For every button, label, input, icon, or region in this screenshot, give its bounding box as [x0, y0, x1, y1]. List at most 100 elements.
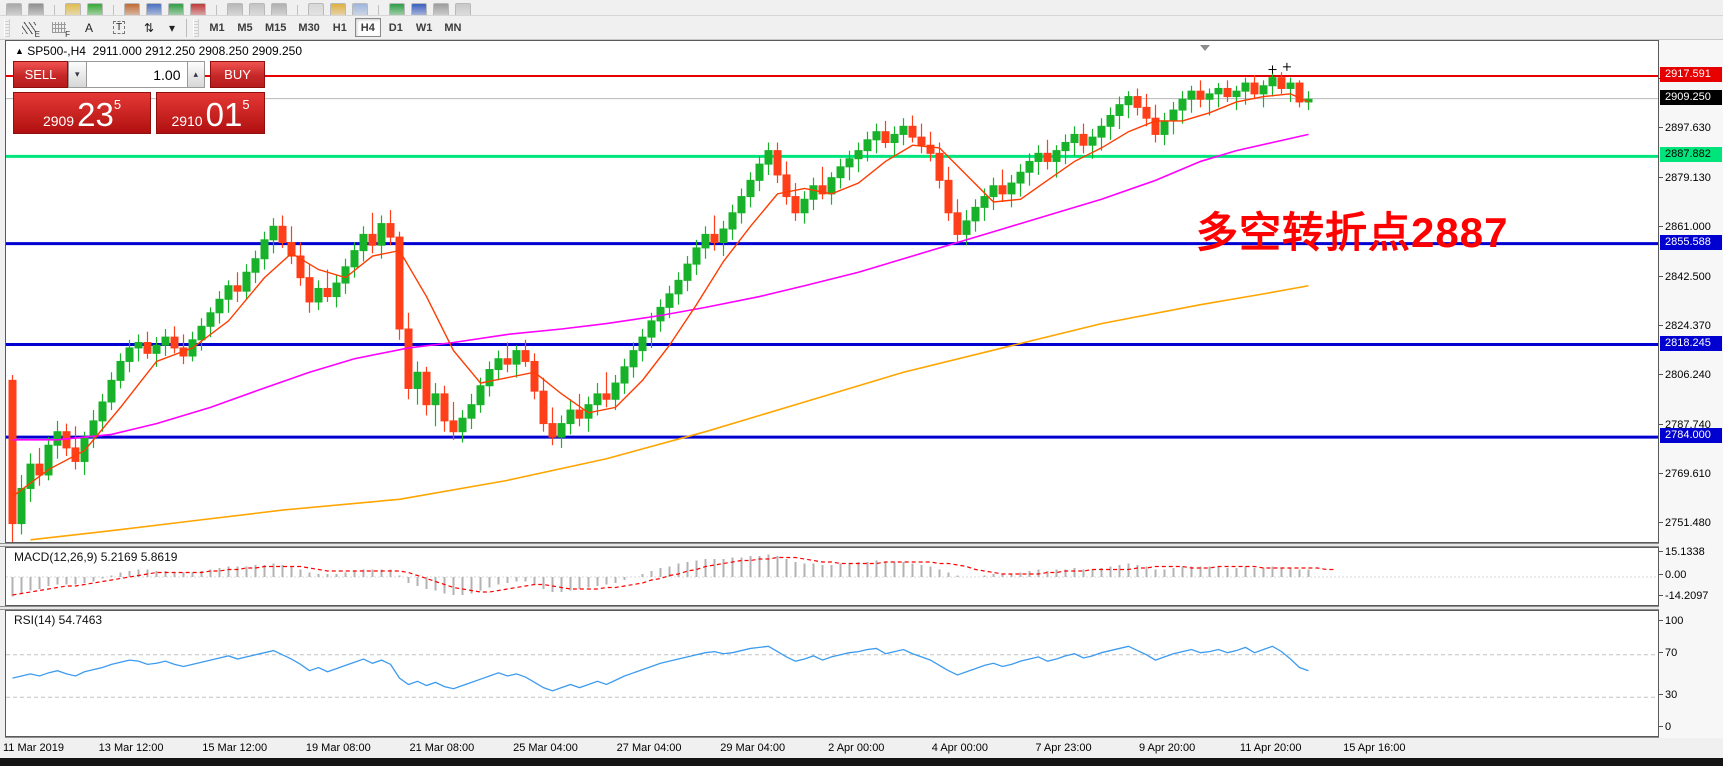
buy-price-sup: 5	[242, 97, 249, 112]
caret-down-icon: ▾	[75, 69, 80, 79]
macd-chart-canvas[interactable]	[6, 548, 1658, 605]
toolbar-separator	[186, 19, 187, 37]
sell-price-sup: 5	[114, 97, 121, 112]
buy-price-prefix: 2910	[171, 112, 202, 130]
toolbar-icon-stub[interactable]	[168, 3, 184, 16]
arrow-styles-dropdown[interactable]: ▾	[165, 17, 179, 39]
toolbar-drag-handle[interactable]	[4, 19, 10, 37]
price-tick: 2806.240	[1659, 369, 1711, 381]
timeframe-group: M1M5M15M30H1H4D1W1MN	[203, 18, 467, 37]
toolbar-icon-stub[interactable]	[146, 3, 162, 16]
text-a-icon: A	[85, 21, 93, 35]
buy-button[interactable]: BUY	[210, 61, 265, 88]
toolbar-icon-stub[interactable]	[411, 3, 427, 16]
sell-price-display[interactable]: 2909235	[13, 92, 151, 134]
toolbar-icon-stub[interactable]	[124, 3, 140, 16]
timeframe-button-d1[interactable]: D1	[383, 18, 409, 37]
toolbar-icon-stub[interactable]	[330, 3, 346, 16]
toolbar-icon-stub[interactable]	[271, 3, 287, 16]
timeframe-button-w1[interactable]: W1	[411, 18, 438, 37]
time-axis-label: 29 Mar 04:00	[705, 742, 800, 754]
chart-text-annotation: 多空转折点2887	[1196, 210, 1508, 256]
text-box-button[interactable]: T	[105, 17, 133, 39]
price-badge: 2784.000	[1660, 428, 1722, 443]
high-value: 2912.250	[145, 44, 195, 58]
sell-button[interactable]: SELL	[13, 61, 68, 88]
timeframe-button-m30[interactable]: M30	[293, 18, 324, 37]
toolbar-icon-stub[interactable]	[28, 3, 44, 16]
indicator-grid-button[interactable]: F	[45, 17, 73, 39]
time-axis-label: 15 Apr 16:00	[1327, 742, 1422, 754]
toolbar-icon-stub[interactable]	[65, 3, 81, 16]
text-label-button[interactable]: A	[75, 17, 103, 39]
volume-increase-button[interactable]: ▴	[187, 61, 206, 88]
price-tick: 2897.630	[1659, 122, 1711, 134]
time-axis-label: 4 Apr 00:00	[912, 742, 1007, 754]
timeframe-button-m1[interactable]: M1	[204, 18, 230, 37]
time-axis-label: 13 Mar 12:00	[84, 742, 179, 754]
price-tick: 2824.370	[1659, 320, 1711, 332]
tool-sub-label: E	[35, 30, 40, 39]
toolbar-icon-stub[interactable]	[227, 3, 243, 16]
price-tick: 2751.480	[1659, 517, 1711, 529]
time-axis-label: 9 Apr 20:00	[1120, 742, 1215, 754]
price-tick: 2861.000	[1659, 221, 1711, 233]
one-click-trading-panel: SELL ▾ ▴ BUY 2909235 2910015	[13, 61, 265, 134]
price-tick: 0	[1659, 721, 1671, 733]
buy-price-big: 01	[206, 100, 243, 130]
sell-price-prefix: 2909	[43, 112, 74, 130]
arrow-styles-button[interactable]: ⇅	[135, 17, 163, 39]
time-axis-label: 21 Mar 08:00	[394, 742, 489, 754]
chart-ohlc-header: ▲ SP500-,H4 2911.000 2912.250 2908.250 2…	[15, 44, 302, 58]
toolbar-icon-stub[interactable]	[190, 3, 206, 16]
toolbar-icon-stub[interactable]	[389, 3, 405, 16]
main-toolbar: E F A T ⇅ ▾ M1M5M15M30H1H4D1W1MN	[0, 16, 1723, 40]
toolbar-icon-stub[interactable]	[352, 3, 368, 16]
main-chart[interactable]: ▲ SP500-,H4 2911.000 2912.250 2908.250 2…	[5, 40, 1659, 543]
macd-panel[interactable]: MACD(12,26,9) 5.2169 5.8619	[5, 547, 1659, 606]
tool-sub-label: F	[65, 30, 70, 39]
timeframe-button-m5[interactable]: M5	[232, 18, 258, 37]
time-axis[interactable]: 11 Mar 201913 Mar 12:0015 Mar 12:0019 Ma…	[0, 738, 1723, 758]
toolbar-icon-stub[interactable]	[308, 3, 324, 16]
toolbar-icon-stub[interactable]	[249, 3, 265, 16]
rsi-label: RSI(14) 54.7463	[14, 613, 102, 627]
time-axis-label: 2 Apr 00:00	[809, 742, 904, 754]
toolbar-icon-stub[interactable]	[6, 3, 22, 16]
price-axis[interactable]: 2915.7602897.6302879.1302861.0002842.500…	[1659, 40, 1723, 738]
price-badge: 2887.882	[1660, 147, 1722, 162]
toolbar-drag-handle[interactable]	[193, 19, 199, 37]
price-tick: 2842.500	[1659, 271, 1711, 283]
price-badge: 2917.591	[1660, 67, 1722, 82]
price-tick: 2769.610	[1659, 468, 1711, 480]
volume-input[interactable]	[87, 61, 187, 88]
open-value: 2911.000	[93, 44, 142, 58]
rsi-panel[interactable]: RSI(14) 54.7463	[5, 610, 1659, 737]
chart-shift-marker[interactable]	[1200, 45, 1210, 51]
caret-up-icon: ▴	[194, 69, 199, 79]
time-axis-label: 19 Mar 08:00	[291, 742, 386, 754]
toolbar-separator	[297, 5, 298, 16]
clipped-toolbar-row	[0, 0, 1723, 16]
toolbar-separator	[378, 5, 379, 16]
volume-decrease-button[interactable]: ▾	[68, 61, 87, 88]
toolbar-icon-stub[interactable]	[455, 3, 471, 16]
timeframe-button-h4[interactable]: H4	[355, 18, 381, 37]
bottom-scroll-bar[interactable]	[0, 758, 1723, 766]
mt4-trading-terminal: E F A T ⇅ ▾ M1M5M15M30H1H4D1W1MN ▲ SP500…	[0, 0, 1723, 766]
timeframe-button-h1[interactable]: H1	[327, 18, 353, 37]
buy-price-display[interactable]: 2910015	[156, 92, 265, 134]
rsi-chart-canvas[interactable]	[6, 611, 1658, 736]
toolbar-separator	[54, 5, 55, 16]
text-t-icon: T	[113, 21, 125, 34]
time-axis-label: 11 Apr 20:00	[1223, 742, 1318, 754]
toolbar-icon-stub[interactable]	[87, 3, 103, 16]
collapse-triangle-icon[interactable]: ▲	[15, 46, 24, 56]
price-badge: 2855.588	[1660, 235, 1722, 250]
price-tick: -14.2097	[1659, 590, 1708, 602]
indicator-lines-button[interactable]: E	[15, 17, 43, 39]
timeframe-button-mn[interactable]: MN	[439, 18, 466, 37]
timeframe-button-m15[interactable]: M15	[260, 18, 291, 37]
toolbar-icon-stub[interactable]	[433, 3, 449, 16]
symbol-period-label: SP500-,H4	[27, 44, 86, 58]
